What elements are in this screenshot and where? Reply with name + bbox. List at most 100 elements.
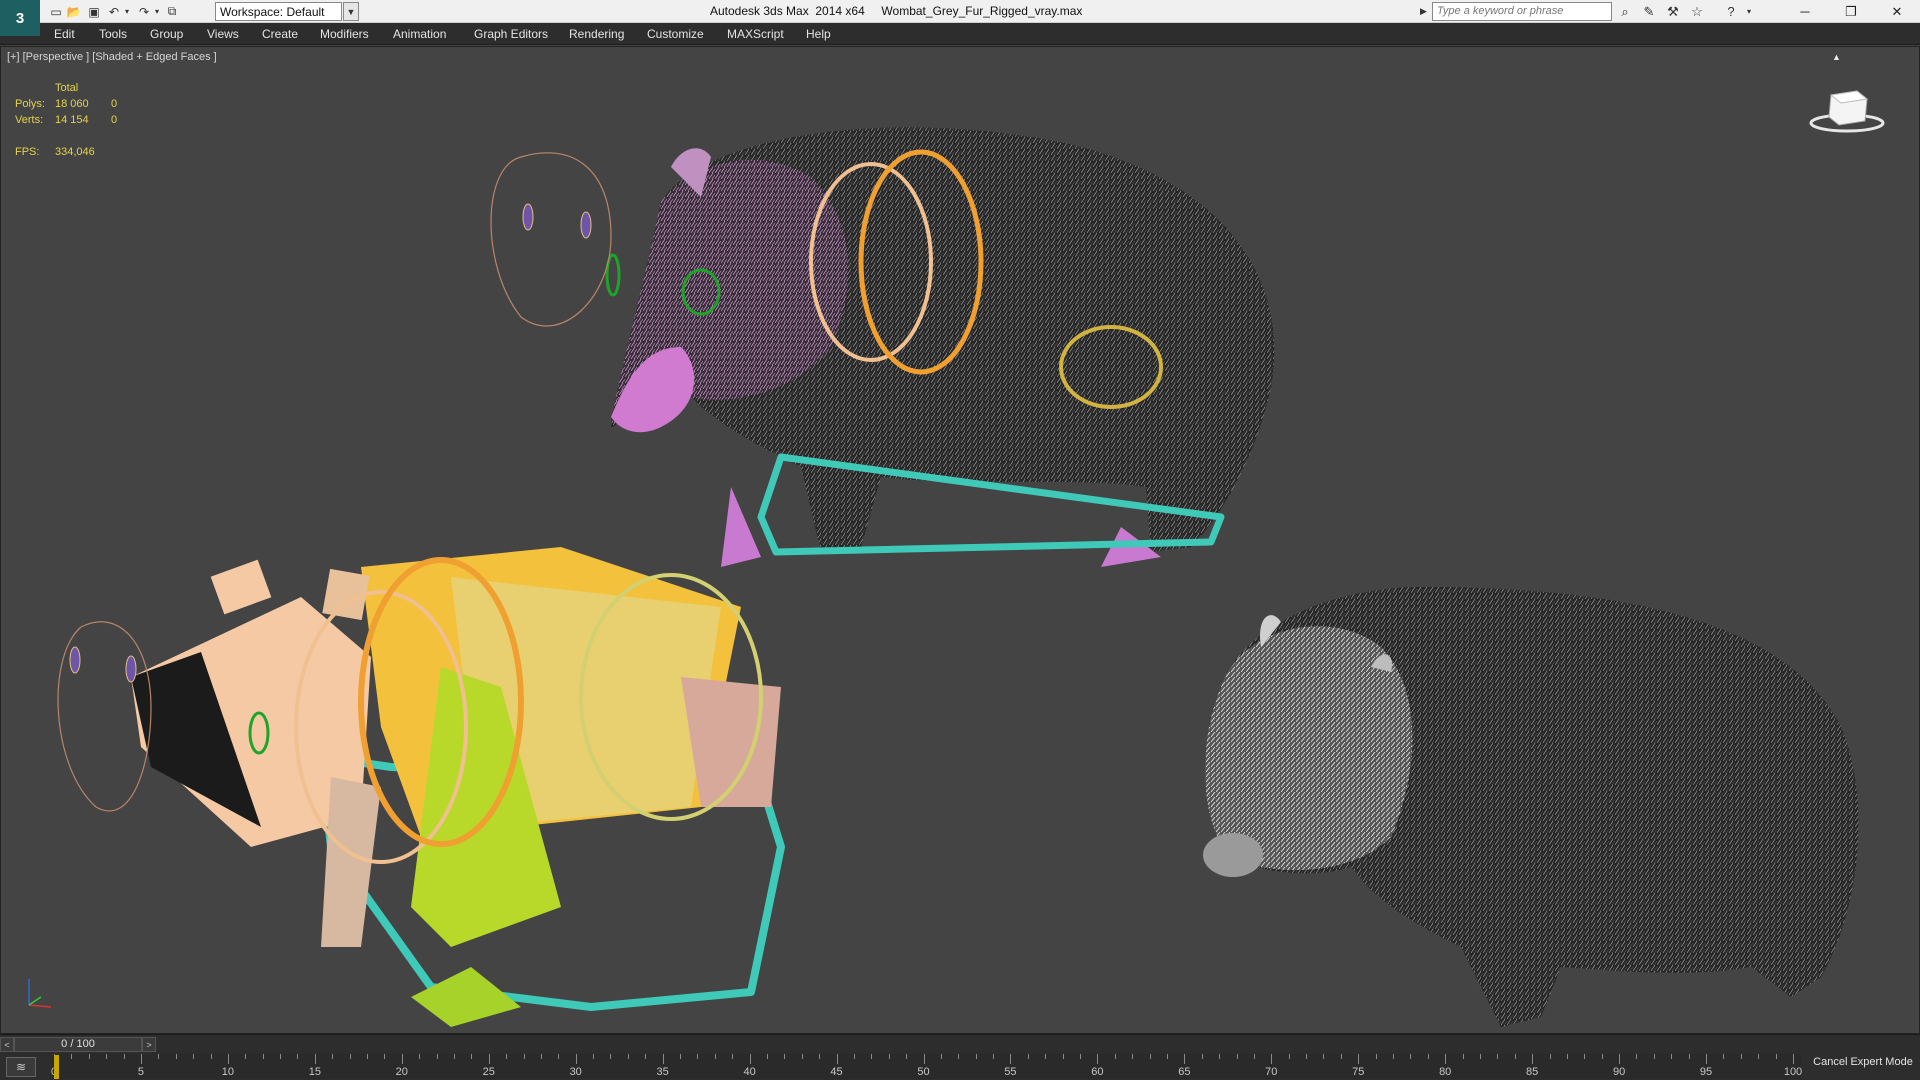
timeline-tick [453, 1054, 455, 1059]
menu-rendering[interactable]: Rendering [569, 27, 624, 41]
viewcube[interactable] [1809, 85, 1885, 135]
timeline-tick [610, 1054, 612, 1059]
time-slider-next-icon[interactable]: > [142, 1037, 156, 1052]
pin-icon[interactable]: ▲ [1832, 52, 1841, 62]
fps-value: 334,046 [55, 146, 95, 158]
menu-bar: Edit Tools Group Views Create Modifiers … [0, 23, 1920, 45]
binoculars-icon[interactable]: ⌕ [1616, 3, 1634, 20]
fps-label: FPS: [15, 146, 40, 158]
timeline-tick [349, 1054, 351, 1059]
timeline-tick [523, 1054, 525, 1059]
timeline-tick [1723, 1054, 1725, 1059]
timeline-frame-label: 85 [1526, 1066, 1539, 1078]
workspace-dropdown-arrow-icon[interactable]: ▼ [343, 2, 359, 21]
help-icon[interactable]: ? [1722, 3, 1740, 20]
timeline-tick [1080, 1054, 1081, 1059]
timeline-tick [1532, 1054, 1534, 1064]
timeline-tick [1479, 1054, 1481, 1059]
menu-help[interactable]: Help [806, 27, 831, 41]
timeline-tick [853, 1054, 855, 1059]
timeline-tick [436, 1054, 438, 1059]
timeline-tick [106, 1054, 108, 1059]
mini-curve-editor-icon[interactable]: ≋ [6, 1057, 36, 1077]
menu-modifiers[interactable]: Modifiers [320, 27, 369, 41]
menu-tools[interactable]: Tools [99, 27, 127, 41]
timeline-tick [123, 1054, 125, 1059]
menu-edit[interactable]: Edit [54, 27, 75, 41]
timeline-tick [1758, 1054, 1760, 1059]
redo-icon[interactable]: ↷ [136, 3, 152, 20]
menu-create[interactable]: Create [262, 27, 298, 41]
save-file-icon[interactable]: ▣ [86, 3, 102, 20]
timeline-tick [1271, 1054, 1273, 1064]
search-input[interactable]: Type a keyword or phrase [1432, 2, 1612, 21]
menu-maxscript[interactable]: MAXScript [727, 27, 784, 41]
timeline-tick [993, 1054, 995, 1059]
restore-icon[interactable]: ❐ [1828, 0, 1874, 23]
close-icon[interactable]: ✕ [1874, 0, 1920, 23]
open-file-icon[interactable]: 📂 [66, 3, 82, 20]
timeline-tick [262, 1054, 264, 1059]
workspace-dropdown[interactable]: Workspace: Default [215, 2, 342, 21]
menu-graph-editors[interactable]: Graph Editors [474, 27, 548, 41]
menu-customize[interactable]: Customize [647, 27, 704, 41]
timeline-tick [1653, 1054, 1655, 1059]
time-slider[interactable]: 0 / 100 [14, 1037, 142, 1052]
menu-animation[interactable]: Animation [393, 27, 446, 41]
timeline-tick [471, 1054, 473, 1059]
timeline-frame-label: 25 [482, 1066, 495, 1078]
communication-center-icon[interactable]: ⚒ [1664, 3, 1682, 20]
viewport-label-menu[interactable]: [+] [Perspective ] [Shaded + Edged Faces… [7, 51, 217, 63]
timeline-frame-label: 45 [830, 1066, 843, 1078]
timeline-tick [975, 1054, 977, 1059]
timeline-tick [71, 1054, 73, 1059]
search-expand-icon[interactable]: ▶ [1420, 3, 1430, 20]
favorites-star-icon[interactable]: ☆ [1688, 3, 1706, 20]
minimize-icon[interactable]: ─ [1782, 0, 1828, 23]
polys-label: Polys: [15, 98, 45, 110]
track-bar[interactable]: 0510152025303540455055606570758085909510… [51, 1054, 1803, 1079]
verts-selected: 0 [111, 114, 118, 126]
timeline-frame-label: 30 [569, 1066, 582, 1078]
scene-render [57, 127, 1859, 1027]
timeline-frame-label: 100 [1783, 1066, 1803, 1078]
subscription-icon[interactable]: ✎ [1640, 3, 1658, 20]
time-slider-prev-icon[interactable]: < [0, 1037, 14, 1052]
timeline-tick [1688, 1054, 1690, 1059]
timeline-tick [1671, 1054, 1673, 1059]
wombat-fur-rigged [490, 127, 1275, 567]
timeline-tick [1149, 1054, 1151, 1059]
perspective-viewport[interactable]: [+] [Perspective ] [Shaded + Edged Faces… [0, 46, 1920, 1034]
timeline-tick [1740, 1054, 1742, 1059]
timeline-frame-label: 90 [1612, 1066, 1626, 1078]
timeline-tick [1566, 1054, 1568, 1059]
workspace-label: Workspace: Default [220, 4, 325, 19]
timeline-frame-label: 50 [917, 1066, 930, 1078]
timeline-frame-label: 15 [308, 1066, 321, 1078]
timeline-tick [1062, 1054, 1064, 1059]
app-menu-button[interactable]: 3 [0, 0, 40, 36]
timeline-tick [1462, 1054, 1464, 1059]
timeline-tick [1236, 1054, 1238, 1059]
undo-icon[interactable]: ↶ [106, 3, 122, 20]
timeline-tick [332, 1054, 334, 1059]
cancel-expert-mode-button[interactable]: Cancel Expert Mode [1808, 1049, 1918, 1075]
timeline-frame-label: 60 [1091, 1066, 1104, 1078]
timeline-frame-label: 95 [1699, 1066, 1713, 1078]
undo-dropdown-icon[interactable]: ▾ [122, 3, 132, 20]
project-folder-icon[interactable]: ⧉ [164, 3, 180, 20]
redo-dropdown-icon[interactable]: ▾ [152, 3, 162, 20]
menu-group[interactable]: Group [150, 27, 183, 41]
timeline-tick [958, 1054, 960, 1059]
verts-label: Verts: [15, 114, 44, 126]
help-dropdown-icon[interactable]: ▾ [1740, 3, 1758, 20]
timeline-tick [1010, 1054, 1012, 1064]
timeline-tick [1114, 1054, 1116, 1059]
menu-views[interactable]: Views [207, 27, 239, 41]
timeline-tick [1323, 1054, 1325, 1059]
time-cursor[interactable] [54, 1055, 59, 1079]
new-file-icon[interactable]: ▭ [48, 3, 64, 20]
timeline-tick [88, 1054, 90, 1059]
timeline-tick [906, 1054, 908, 1059]
timeline-tick [1393, 1054, 1395, 1059]
